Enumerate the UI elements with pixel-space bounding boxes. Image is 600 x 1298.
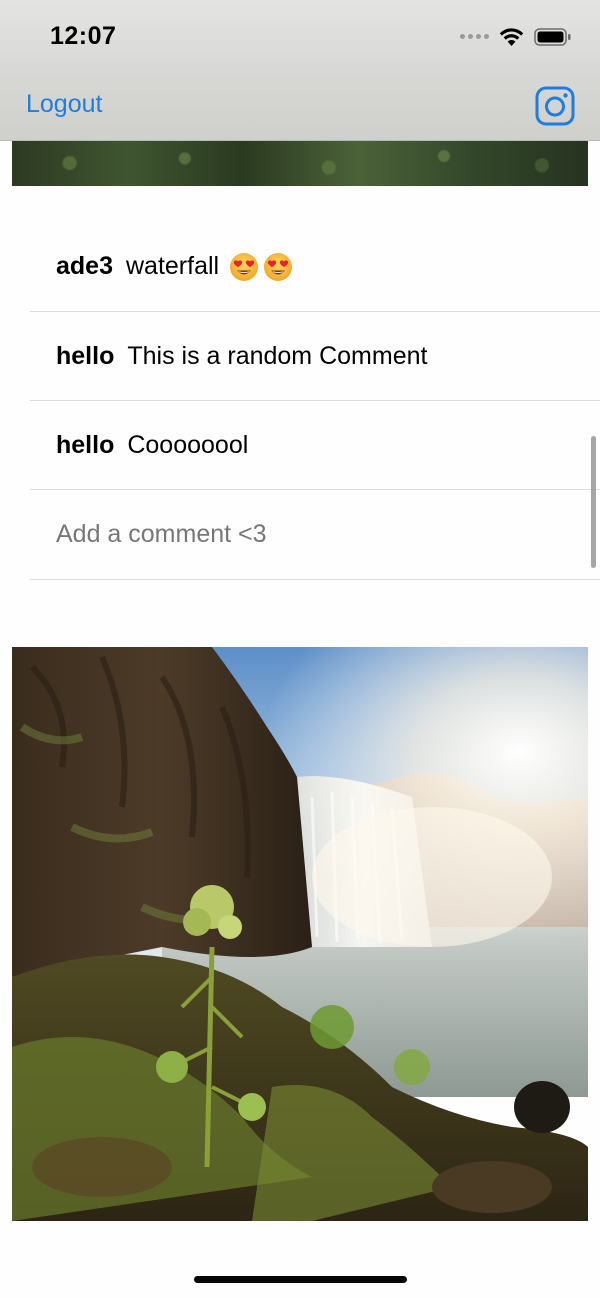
comment-row: ade3 waterfall (30, 222, 600, 312)
instagram-camera-icon[interactable] (535, 86, 575, 126)
comment-username[interactable]: hello (56, 342, 114, 371)
comment-text: Coooooool (127, 430, 249, 459)
wifi-icon (499, 28, 524, 46)
cellular-signal-icon (460, 34, 489, 39)
heart-eyes-emoji-icon (230, 252, 259, 281)
scroll-indicator[interactable] (591, 436, 596, 568)
comment-username[interactable]: hello (56, 431, 114, 460)
logout-button[interactable]: Logout (26, 90, 102, 119)
waterfall-photo (12, 647, 588, 1221)
comment-row: hello This is a random Comment (30, 312, 600, 401)
previous-post-photo (12, 140, 588, 186)
status-time: 12:07 (50, 22, 117, 50)
battery-icon (534, 27, 571, 46)
comment-text: waterfall (125, 252, 220, 280)
navigation-bar: 12:07 Logout (0, 0, 600, 141)
add-comment-input[interactable]: Add a comment <3 (30, 490, 600, 580)
heart-eyes-emoji-icon (264, 252, 293, 281)
status-icons (460, 27, 572, 46)
home-indicator[interactable] (194, 1276, 407, 1283)
comment-list: ade3 waterfall hello This is a random Co… (30, 222, 600, 580)
comment-text: This is a random Comment (127, 341, 428, 370)
comment-emoji-group (229, 252, 293, 282)
comment-username[interactable]: ade3 (56, 252, 113, 281)
comment-row: hello Coooooool (30, 401, 600, 490)
